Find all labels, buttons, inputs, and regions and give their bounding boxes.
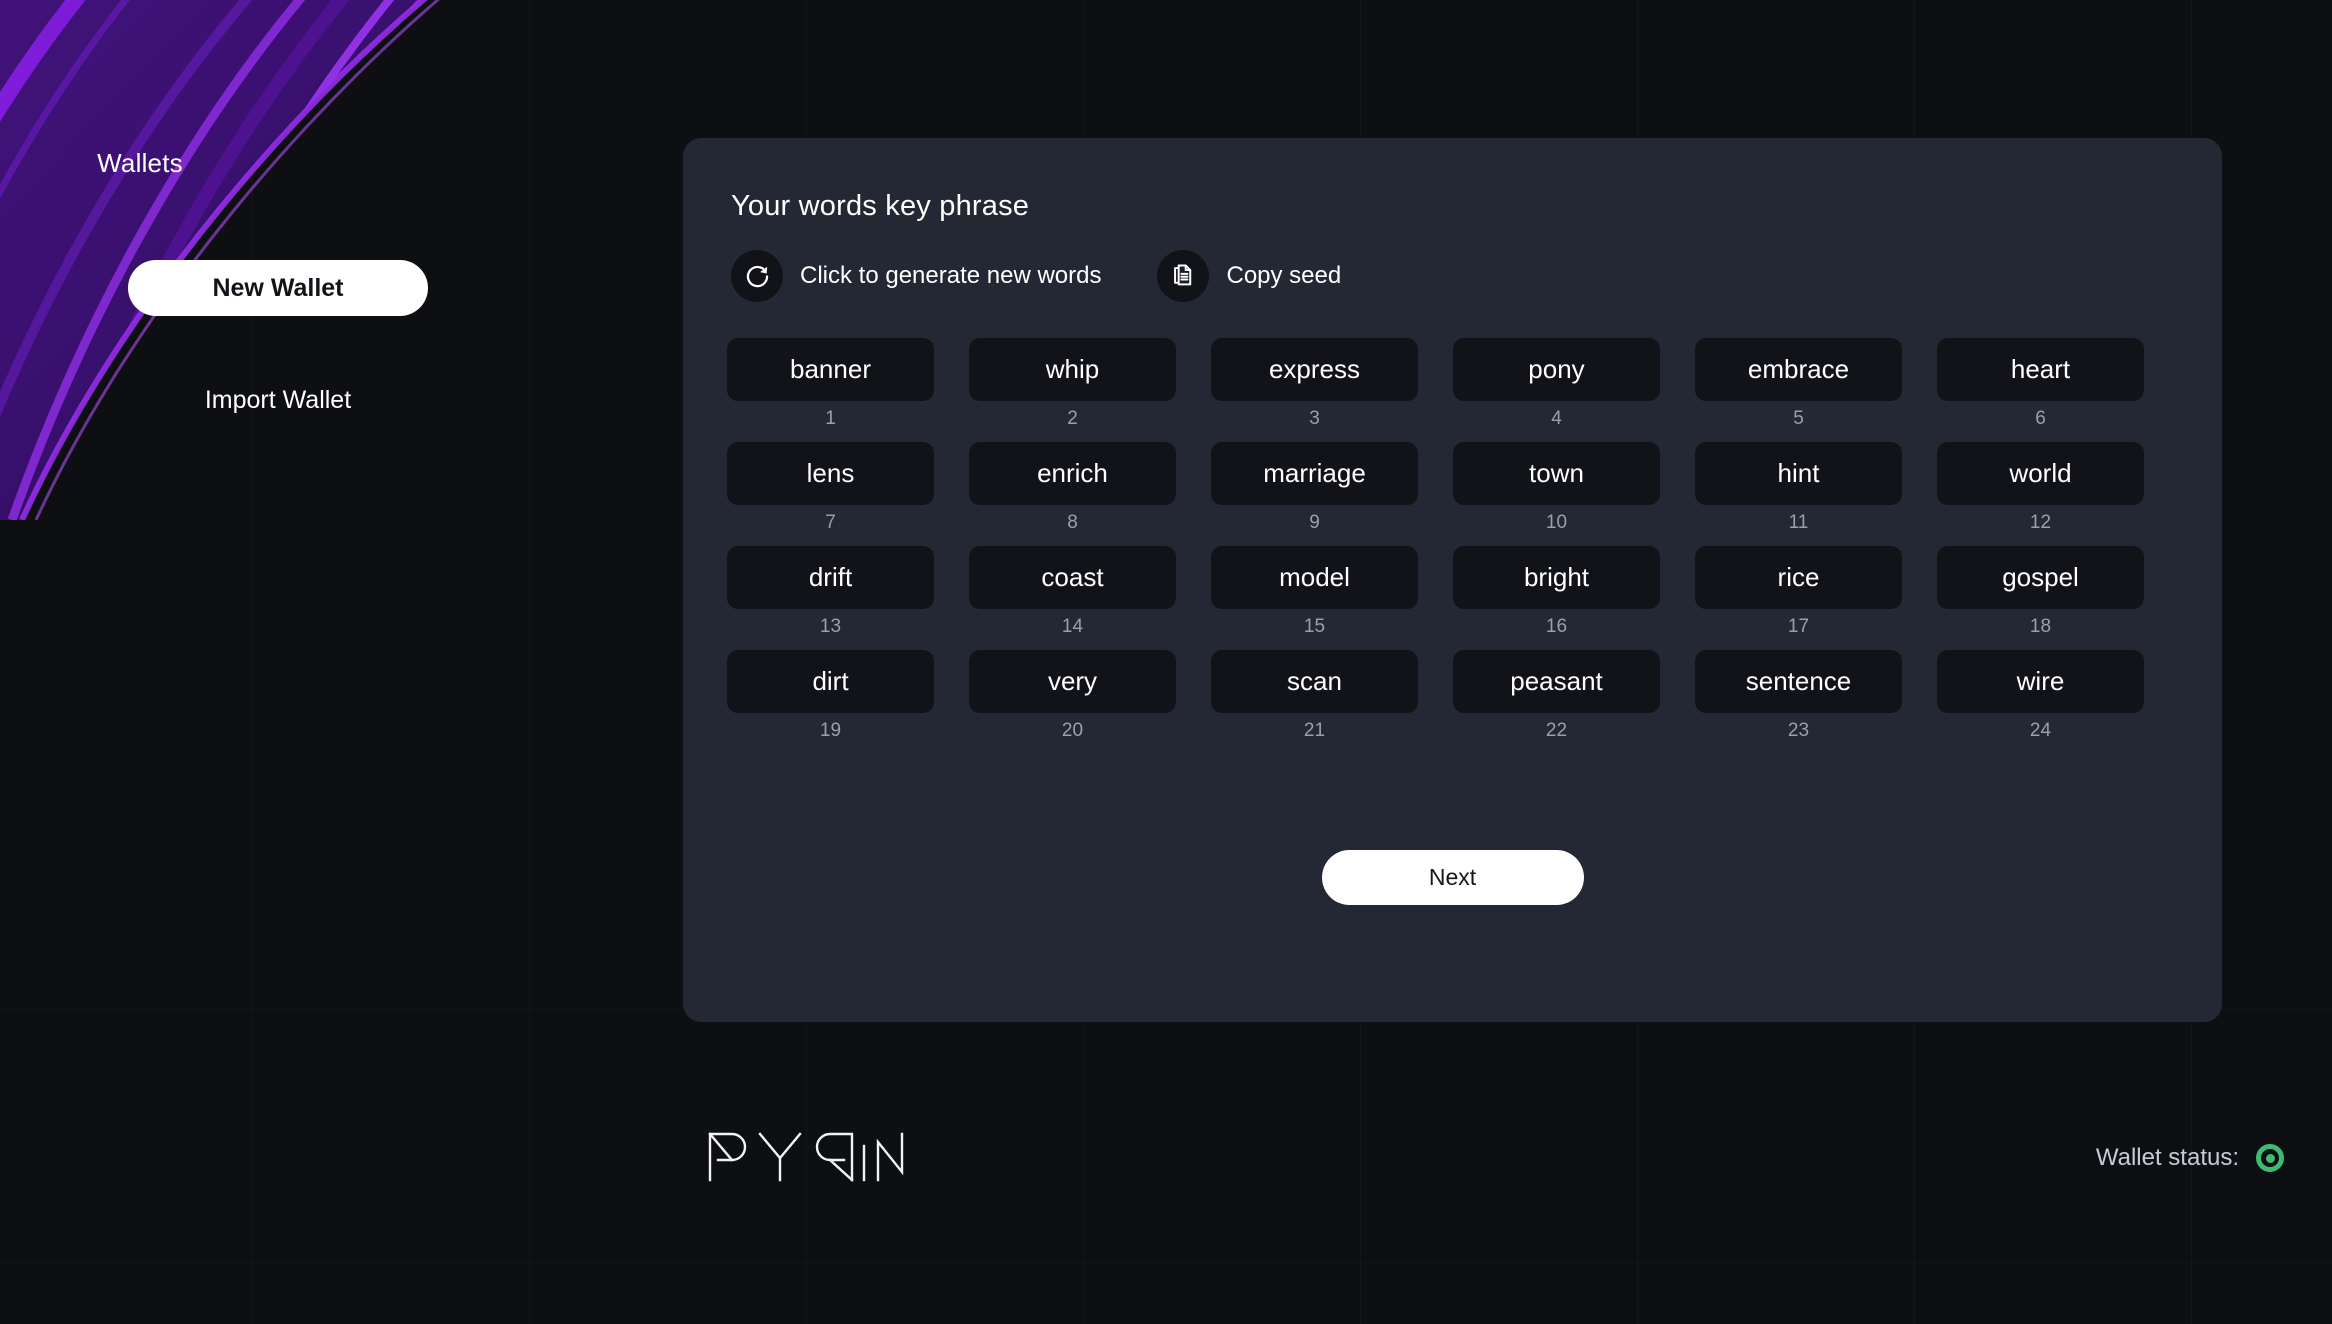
copy-seed-label: Copy seed [1226,262,1342,289]
seed-word-index: 8 [1067,512,1078,533]
seed-word-cell: express 3 [1211,338,1418,430]
next-button-row: Next [683,850,2222,905]
refresh-icon [731,250,783,302]
seed-word-chip[interactable]: very [969,650,1176,713]
seed-word-chip[interactable]: enrich [969,442,1176,505]
sidebar-title: Wallets [97,148,183,178]
seed-word-cell: embrace 5 [1695,338,1902,430]
seed-word-cell: sentence 23 [1695,650,1902,742]
generate-new-words-button[interactable]: Click to generate new words [731,250,1101,302]
seed-word-index: 15 [1303,616,1326,637]
seed-word-cell: heart 6 [1937,338,2144,430]
seed-word-chip[interactable]: pony [1453,338,1660,401]
seed-word-index: 2 [1067,408,1078,429]
seed-word-chip[interactable]: banner [727,338,934,401]
seed-word-cell: bright 16 [1453,546,1660,638]
seed-word-cell: scan 21 [1211,650,1418,742]
seed-word-chip[interactable]: lens [727,442,934,505]
seed-word-cell: banner 1 [727,338,934,430]
seed-word-chip[interactable]: wire [1937,650,2144,713]
copy-seed-button[interactable]: Copy seed [1157,250,1341,302]
seed-word-index: 4 [1551,408,1562,429]
seed-word-chip[interactable]: scan [1211,650,1418,713]
seed-word-cell: whip 2 [969,338,1176,430]
seed-word-index: 21 [1303,720,1326,741]
seed-word-index: 20 [1061,720,1084,741]
seed-word-chip[interactable]: heart [1937,338,2144,401]
seed-word-index: 1 [825,408,836,429]
seed-word-cell: enrich 8 [969,442,1176,534]
seed-word-cell: pony 4 [1453,338,1660,430]
seed-word-index: 18 [2029,616,2052,637]
sidebar: Wallets New Wallet Import Wallet [0,0,660,1324]
seed-word-index: 22 [1545,720,1568,741]
copy-document-icon [1157,250,1210,302]
seed-word-cell: hint 11 [1695,442,1902,534]
seed-word-index: 11 [1788,512,1809,533]
seed-word-chip[interactable]: world [1937,442,2144,505]
new-wallet-button[interactable]: New Wallet [128,260,428,316]
import-wallet-button[interactable]: Import Wallet [128,372,428,428]
seed-word-index: 16 [1545,616,1568,637]
wallet-status-label: Wallet status: [2095,1144,2239,1171]
seed-word-index: 23 [1787,720,1810,741]
seed-word-chip[interactable]: rice [1695,546,1902,609]
pyrin-logo [706,1128,906,1186]
panel-title: Your words key phrase [731,190,1030,222]
seed-word-cell: model 15 [1211,546,1418,638]
seed-word-chip[interactable]: drift [727,546,934,609]
seed-word-chip[interactable]: embrace [1695,338,1902,401]
seed-phrase-panel: Your words key phrase Click to generate … [683,138,2222,1022]
seed-word-chip[interactable]: hint [1695,442,1902,505]
seed-word-cell: world 12 [1937,442,2144,534]
seed-word-chip[interactable]: express [1211,338,1418,401]
seed-word-cell: coast 14 [969,546,1176,638]
app-root: Wallets New Wallet Import Wallet Your wo… [0,0,2332,1324]
seed-word-cell: rice 17 [1695,546,1902,638]
seed-word-cell: marriage 9 [1211,442,1418,534]
seed-word-cell: peasant 22 [1453,650,1660,742]
seed-word-index: 17 [1787,616,1810,637]
seed-word-chip[interactable]: dirt [727,650,934,713]
seed-word-cell: town 10 [1453,442,1660,534]
seed-word-grid: banner 1 whip 2 express 3 pony 4 embrace 5 heart 6 l… [727,338,2177,742]
next-button[interactable]: Next [1321,850,1584,905]
seed-word-cell: drift 13 [727,546,934,638]
seed-word-cell: very 20 [969,650,1176,742]
seed-word-cell: wire 24 [1937,650,2144,742]
seed-word-chip[interactable]: bright [1453,546,1660,609]
seed-word-index: 5 [1793,408,1804,429]
seed-word-chip[interactable]: town [1453,442,1660,505]
seed-word-cell: gospel 18 [1937,546,2144,638]
generate-new-words-label: Click to generate new words [800,262,1102,289]
seed-word-index: 13 [819,616,842,637]
seed-word-chip[interactable]: sentence [1695,650,1902,713]
seed-word-chip[interactable]: gospel [1937,546,2144,609]
seed-word-chip[interactable]: marriage [1211,442,1418,505]
panel-actions: Click to generate new words Copy seed [731,250,1341,302]
seed-word-index: 24 [2029,720,2052,741]
seed-word-index: 6 [2035,408,2046,429]
seed-word-index: 10 [1545,512,1568,533]
seed-word-index: 19 [819,720,842,741]
seed-word-chip[interactable]: peasant [1453,650,1660,713]
seed-word-chip[interactable]: whip [969,338,1176,401]
seed-word-cell: dirt 19 [727,650,934,742]
seed-word-index: 9 [1309,512,1320,533]
wallet-status-indicator-icon [2256,1144,2284,1172]
seed-word-index: 3 [1309,408,1320,429]
seed-word-cell: lens 7 [727,442,934,534]
seed-word-index: 7 [825,512,836,533]
seed-word-index: 14 [1061,616,1084,637]
seed-word-chip[interactable]: model [1211,546,1418,609]
wallet-status: Wallet status: [2096,1144,2284,1172]
seed-word-chip[interactable]: coast [969,546,1176,609]
seed-word-index: 12 [2029,512,2052,533]
